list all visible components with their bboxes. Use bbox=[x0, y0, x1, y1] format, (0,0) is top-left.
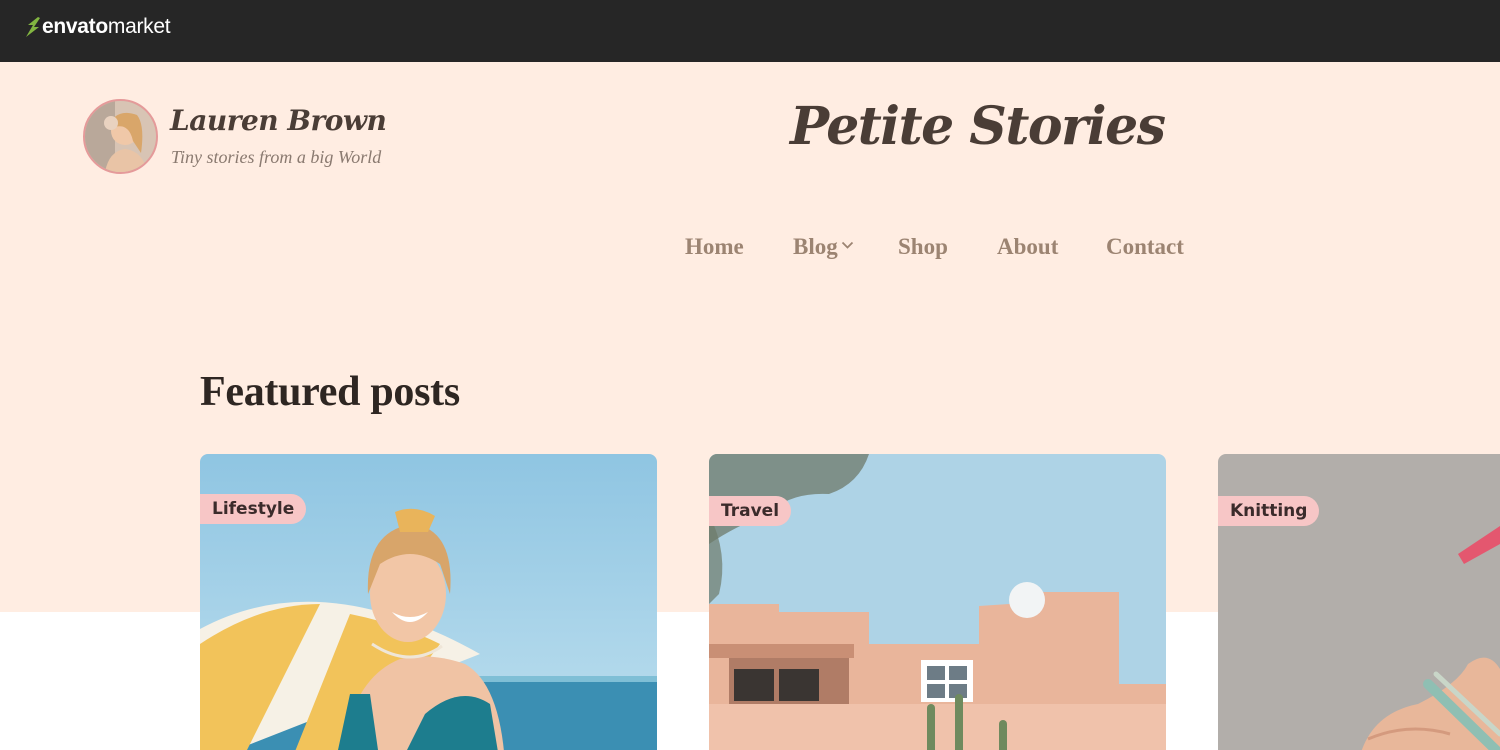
category-badge[interactable]: Travel bbox=[709, 496, 792, 526]
envato-top-bar: envatomarket bbox=[0, 0, 1500, 62]
author-name[interactable]: Lauren Brown bbox=[170, 104, 387, 137]
nav-item-home[interactable]: Home bbox=[685, 234, 744, 260]
nav-item-contact[interactable]: Contact bbox=[1106, 234, 1184, 260]
nav-item-shop[interactable]: Shop bbox=[898, 234, 948, 260]
author-avatar[interactable] bbox=[83, 99, 158, 174]
envato-wordmark: envatomarket bbox=[42, 15, 171, 38]
chevron-down-icon bbox=[841, 242, 853, 249]
nav-item-blog-label: Blog bbox=[793, 234, 838, 259]
category-badge[interactable]: Knitting bbox=[1218, 496, 1320, 526]
category-badge[interactable]: Lifestyle bbox=[200, 494, 307, 524]
featured-posts-title: Featured posts bbox=[200, 369, 460, 415]
featured-post-card[interactable]: Knitting bbox=[1218, 454, 1500, 750]
envato-market-logo[interactable]: envatomarket bbox=[24, 15, 171, 39]
author-tagline: Tiny stories from a big World bbox=[171, 147, 382, 167]
featured-post-card[interactable]: Lifestyle bbox=[200, 454, 657, 750]
featured-post-card[interactable]: Travel bbox=[709, 454, 1166, 750]
nav-item-blog[interactable]: Blog bbox=[793, 234, 854, 260]
envato-leaf-icon bbox=[26, 17, 40, 37]
site-title[interactable]: Petite Stories bbox=[790, 96, 1166, 157]
nav-item-about[interactable]: About bbox=[997, 234, 1058, 260]
